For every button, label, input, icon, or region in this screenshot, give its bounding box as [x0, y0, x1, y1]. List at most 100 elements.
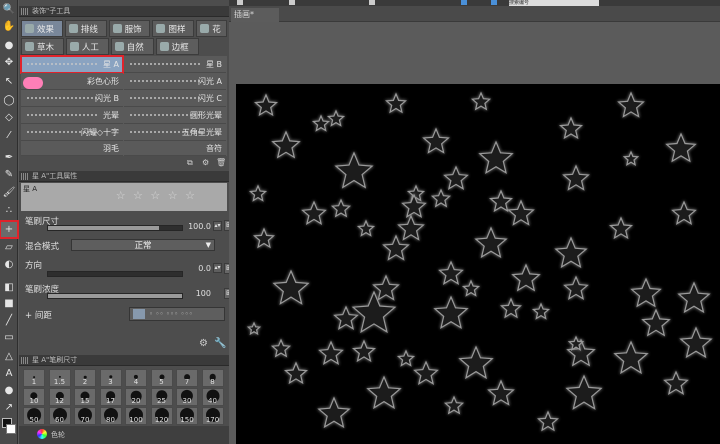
brush-size-cell[interactable]: 25	[150, 388, 173, 406]
zoom-red-icon[interactable]: ●	[1, 38, 17, 53]
fill-icon[interactable]: ◐	[1, 257, 17, 272]
brush-item-round-halo[interactable]: 圆形光晕	[124, 107, 226, 124]
color-wheel-tab[interactable]: 色轮	[51, 430, 65, 440]
brush-size-cell[interactable]: 170	[201, 407, 224, 425]
brush-size-cell[interactable]: 150	[176, 407, 198, 425]
brush-size-cell[interactable]: 20	[125, 388, 147, 406]
brush-item-flash-b[interactable]: 闪光 B	[21, 90, 123, 107]
size-label: 30	[182, 397, 192, 405]
spacing-control[interactable]: ◦ ◦◦ ◦◦◦ ◦◦◦	[129, 307, 225, 321]
density-slider[interactable]	[47, 293, 183, 299]
toolbar-icon[interactable]	[491, 0, 497, 5]
delete-icon[interactable]: 🗑	[216, 158, 226, 167]
brush-size-cell[interactable]: 30	[176, 388, 198, 406]
grip-icon	[21, 172, 29, 180]
brush-size-spinner[interactable]: ▴▾	[213, 221, 222, 231]
correction-icon[interactable]: △	[1, 349, 17, 364]
decoration-icon[interactable]: +	[0, 220, 19, 239]
tab-pattern[interactable]: 图样	[152, 20, 195, 37]
tab-clothing[interactable]: 服饰	[108, 20, 151, 37]
operation-icon[interactable]: ↖	[1, 74, 17, 89]
brush-size-panel-title-bar[interactable]: 星 A"笔刷尺寸	[19, 355, 229, 366]
brush-item-sparkle-cross[interactable]: 闪耀◇十字	[21, 124, 123, 141]
balloon-icon[interactable]: ●	[1, 383, 17, 398]
tool-property-title-bar[interactable]: 星 A"工具属性	[19, 171, 229, 182]
direction-slider[interactable]	[47, 271, 183, 277]
brush-item-color-heart[interactable]: 彩色心形	[21, 73, 123, 90]
toolbar-icon[interactable]	[461, 0, 467, 5]
brush-size-cell[interactable]: 15	[74, 388, 96, 406]
star-shape	[507, 199, 535, 226]
move-icon[interactable]: ✥	[1, 55, 17, 70]
brush-item-flash-a[interactable]: 闪光 A	[124, 73, 226, 90]
sub-tool-title-bar[interactable]: 装饰"子工具	[19, 6, 229, 17]
brush-item-flash-c[interactable]: 闪光 C	[124, 90, 226, 107]
tab-effect[interactable]: 效果	[21, 20, 63, 37]
brush-size-cell[interactable]: 3	[99, 369, 122, 387]
brush-size-cell[interactable]: 8	[201, 369, 224, 387]
brush-size-cell[interactable]: 10	[23, 388, 45, 406]
brush-item-pentagram-halo[interactable]: 五角星光晕	[124, 124, 226, 141]
brush-size-cell[interactable]: 120	[150, 407, 173, 425]
document-tab[interactable]: 插画*	[231, 8, 279, 22]
brush-item-star-b[interactable]: 星 B	[124, 56, 226, 73]
tab-border[interactable]: 边框	[155, 38, 199, 55]
brush-size-cell[interactable]: 70	[74, 407, 96, 425]
line-correction-icon[interactable]: ↗	[1, 400, 17, 415]
sub-color-swatch[interactable]	[6, 424, 16, 434]
direction-spinner[interactable]: ▴▾	[213, 263, 222, 273]
settings-icon[interactable]: ⚙	[202, 158, 211, 167]
brush-size-cell[interactable]: 80	[99, 407, 122, 425]
tab-flower[interactable]: 花	[196, 20, 228, 37]
brush-size-cell[interactable]: 7	[176, 369, 198, 387]
tab-artificial[interactable]: 人工	[65, 38, 109, 55]
selection-icon[interactable]: ◇	[1, 110, 17, 125]
gear-icon[interactable]: ⚙	[199, 338, 208, 349]
brush-item-halo[interactable]: 光晕	[21, 107, 123, 124]
brush-size-cell[interactable]: 5	[150, 369, 173, 387]
pen-icon[interactable]: ✒	[1, 150, 17, 165]
tab-nature[interactable]: 自然	[110, 38, 154, 55]
blend-mode-select[interactable]: 正常 ▼	[71, 239, 215, 251]
figure-icon[interactable]: ■	[1, 296, 17, 311]
brush-size-cell[interactable]: 17	[99, 388, 122, 406]
magnifier-icon[interactable]: 🔍	[1, 2, 17, 17]
eyedropper-icon[interactable]: ⁄	[1, 128, 17, 143]
drawing-canvas[interactable]	[236, 84, 720, 444]
frame-icon[interactable]: ╱	[1, 313, 17, 328]
brush-icon[interactable]: 🖌	[1, 185, 17, 200]
toolbar-icon[interactable]	[369, 0, 375, 5]
brush-item-star-a[interactable]: 星 A	[20, 55, 124, 74]
airbrush-icon[interactable]: ∴	[1, 203, 17, 218]
brush-size-cell[interactable]: 1.5	[48, 369, 71, 387]
toolbar-icon[interactable]	[289, 0, 295, 5]
star-shape	[271, 130, 301, 159]
brush-size-cell[interactable]: 12	[48, 388, 71, 406]
wrench-icon[interactable]: 🔧	[214, 338, 226, 349]
brush-size-cell[interactable]: 40	[201, 388, 224, 406]
color-wheel-icon[interactable]	[37, 429, 47, 439]
pencil-icon[interactable]: ✎	[1, 167, 17, 182]
brush-size-cell[interactable]: 100	[125, 407, 147, 425]
brush-size-cell[interactable]: 1	[23, 369, 45, 387]
text-icon[interactable]: A	[1, 366, 17, 381]
ruler-icon[interactable]: ▭	[1, 330, 17, 345]
brush-size-cell[interactable]: 2	[74, 369, 96, 387]
hand-icon[interactable]: ✋	[1, 19, 17, 34]
brush-item-music-note[interactable]: 音符	[124, 141, 226, 156]
copy-icon[interactable]: ⧉	[187, 158, 196, 167]
eraser-icon[interactable]: ▱	[1, 240, 17, 255]
tab-plants[interactable]: 草木	[21, 38, 64, 55]
brush-size-cell[interactable]: 60	[48, 407, 71, 425]
brush-size-cell[interactable]: 4	[125, 369, 147, 387]
spacing-toggle[interactable]	[133, 309, 145, 319]
gradient-icon[interactable]: ◧	[1, 280, 17, 295]
tab-hatching[interactable]: 排线	[64, 20, 107, 37]
toolbar-icon[interactable]	[237, 0, 243, 5]
brush-item-feather[interactable]: 羽毛	[21, 141, 123, 156]
brush-size-slider[interactable]	[47, 225, 183, 231]
lasso-icon[interactable]: ◯	[1, 93, 17, 108]
brush-size-cell[interactable]: 50	[23, 407, 45, 425]
size-label: 12	[55, 397, 64, 405]
spacing-label[interactable]: + 间距	[25, 309, 52, 321]
